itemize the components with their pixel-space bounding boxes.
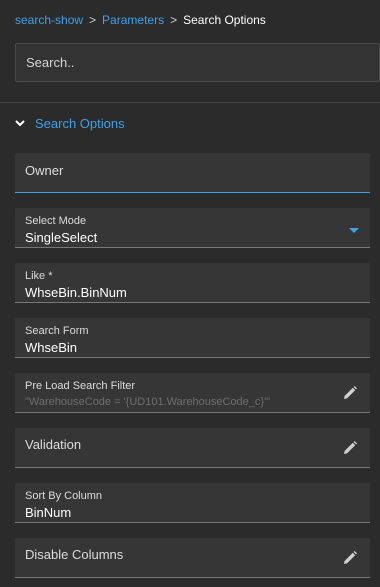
section-header-search-options[interactable]: Search Options — [14, 114, 125, 132]
search-input[interactable] — [16, 44, 379, 81]
select-mode-value: SingleSelect — [25, 230, 98, 245]
search-box — [15, 43, 380, 82]
like-label: Like * — [25, 270, 53, 282]
breadcrumb: search-show > Parameters > Search Option… — [15, 13, 266, 27]
chevron-down-icon — [15, 120, 25, 127]
owner-label: Owner — [25, 163, 64, 178]
select-mode-label: Select Mode — [25, 215, 87, 227]
breadcrumb-current: Search Options — [183, 13, 266, 27]
breadcrumb-link-parameters[interactable]: Parameters — [102, 13, 164, 27]
divider — [0, 102, 380, 103]
pre-load-filter-label: Pre Load Search Filter — [25, 380, 136, 392]
like-value: WhseBin.BinNum — [25, 285, 127, 300]
breadcrumb-separator: > — [170, 13, 178, 27]
search-form-value: WhseBin — [25, 340, 78, 355]
validation-label: Validation — [25, 437, 82, 452]
sort-by-column-value: BinNum — [25, 505, 72, 520]
breadcrumb-link-search-show[interactable]: search-show — [15, 13, 83, 27]
dropdown-arrow-icon[interactable] — [349, 228, 359, 233]
disable-columns-label: Disable Columns — [25, 547, 124, 562]
edit-icon[interactable] — [342, 385, 358, 401]
section-title: Search Options — [35, 115, 125, 131]
edit-icon[interactable] — [342, 550, 358, 566]
owner-field[interactable]: Owner — [15, 153, 370, 193]
breadcrumb-separator: > — [89, 13, 97, 27]
select-mode-dropdown[interactable]: Select Mode SingleSelect — [15, 208, 370, 248]
like-field[interactable]: Like * WhseBin.BinNum — [15, 263, 370, 303]
search-form-label: Search Form — [25, 325, 89, 337]
pre-load-filter-field[interactable]: Pre Load Search Filter "WarehouseCode = … — [15, 373, 370, 413]
disable-columns-field[interactable]: Disable Columns — [15, 538, 370, 578]
pre-load-filter-value: "WarehouseCode = '{UD101.WarehouseCode_c… — [25, 396, 271, 408]
sort-by-column-label: Sort By Column — [25, 490, 103, 502]
edit-icon[interactable] — [342, 440, 358, 456]
sort-by-column-field[interactable]: Sort By Column BinNum — [15, 483, 370, 523]
validation-field[interactable]: Validation — [15, 428, 370, 468]
search-form-field[interactable]: Search Form WhseBin — [15, 318, 370, 358]
